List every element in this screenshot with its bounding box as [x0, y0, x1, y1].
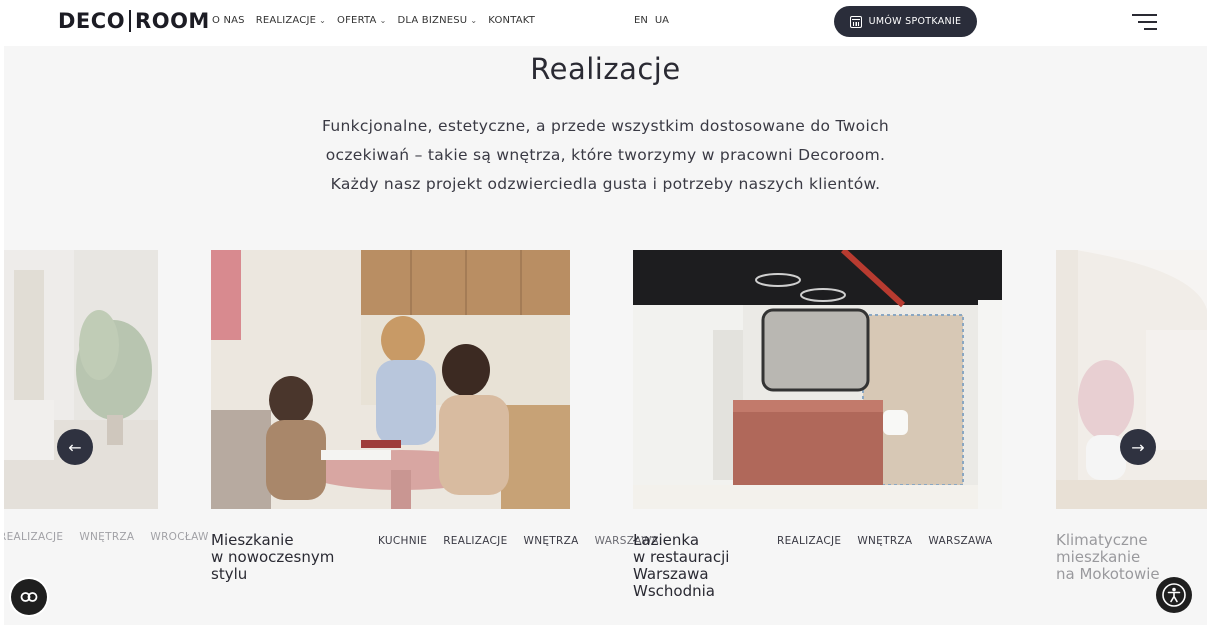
- language-switcher: EN UA: [634, 15, 669, 26]
- description-line: Funkcjonalne, estetyczne, a przede wszys…: [321, 117, 890, 135]
- project-image[interactable]: [4, 250, 158, 509]
- restaurant-bathroom-photo: [633, 250, 1002, 509]
- title-line: mieszkanie: [1056, 548, 1141, 566]
- carousel-prev-button[interactable]: ←: [57, 429, 93, 465]
- site-logo[interactable]: DECO ROOM: [58, 9, 210, 33]
- kitchen-meeting-photo: [211, 250, 570, 509]
- nav-item-label: O NAS: [212, 15, 245, 26]
- calendar-icon: [849, 15, 862, 28]
- tag[interactable]: WARSZAWA: [928, 535, 992, 547]
- title-line: w nowoczesnym: [211, 548, 335, 566]
- cookie-settings-button[interactable]: [11, 579, 47, 615]
- accessibility-button[interactable]: [1156, 577, 1192, 613]
- tag[interactable]: REALIZACJE: [4, 531, 63, 543]
- title-line: stylu: [211, 565, 248, 583]
- project-title[interactable]: Klimatyczne mieszkanie na Mokotowie: [1056, 532, 1160, 583]
- title-line: na Mokotowie: [1056, 565, 1160, 583]
- nav-item-oferta[interactable]: OFERTA ⌄: [337, 15, 386, 26]
- tag[interactable]: KUCHNIE: [378, 535, 427, 547]
- language-ua-link[interactable]: UA: [655, 15, 669, 26]
- book-meeting-button[interactable]: UMÓW SPOTKANIE: [834, 6, 977, 37]
- chevron-down-icon: ⌄: [319, 16, 327, 25]
- title-line: Klimatyczne: [1056, 531, 1148, 549]
- apartment-photo: [1056, 250, 1207, 509]
- logo-text-right: ROOM: [135, 9, 210, 33]
- project-tags: REALIZACJE WNĘTRZA WROCŁAW: [4, 531, 209, 543]
- nav-item-dla-biznesu[interactable]: DLA BIZNESU ⌄: [397, 15, 477, 26]
- tag[interactable]: WNĘTRZA: [524, 535, 579, 547]
- logo-text-left: DECO: [58, 9, 126, 33]
- arrow-right-icon: →: [1131, 437, 1145, 457]
- realizacje-section: Realizacje Funkcjonalne, estetyczne, a p…: [4, 46, 1207, 625]
- nav-item-label: OFERTA: [337, 15, 377, 26]
- description-line: Każdy nasz projekt odzwierciedla gusta i…: [330, 175, 881, 193]
- nav-item-o-nas[interactable]: O NAS: [212, 15, 245, 26]
- tag[interactable]: REALIZACJE: [443, 535, 507, 547]
- tag[interactable]: WNĘTRZA: [79, 531, 134, 543]
- title-line: Warszawa: [633, 565, 709, 583]
- project-image[interactable]: [211, 250, 570, 509]
- book-meeting-label: UMÓW SPOTKANIE: [868, 16, 962, 27]
- section-description: Funkcjonalne, estetyczne, a przede wszys…: [284, 112, 927, 199]
- tag[interactable]: WNĘTRZA: [857, 535, 912, 547]
- description-line: oczekiwań – takie są wnętrza, które twor…: [325, 146, 886, 164]
- nav-item-label: KONTAKT: [488, 15, 536, 26]
- project-title[interactable]: Mieszkanie w nowoczesnym stylu: [211, 532, 334, 583]
- language-en-link[interactable]: EN: [634, 15, 648, 26]
- title-line: w restauracji: [633, 548, 730, 566]
- project-title[interactable]: Łazienka w restauracji Warszawa Wschodni…: [633, 532, 729, 600]
- main-nav: O NAS REALIZACJE ⌄ OFERTA ⌄ DLA BIZNESU …: [212, 15, 535, 26]
- accessibility-icon: [1162, 583, 1186, 607]
- nav-item-realizacje[interactable]: REALIZACJE ⌄: [256, 15, 326, 26]
- hamburger-menu-icon[interactable]: [1132, 13, 1157, 31]
- chevron-down-icon: ⌄: [470, 16, 478, 25]
- project-image[interactable]: [1056, 250, 1207, 509]
- nav-item-kontakt[interactable]: KONTAKT: [488, 15, 535, 26]
- cookie-settings-icon: [20, 592, 38, 602]
- living-room-photo: [4, 250, 158, 509]
- carousel-next-button[interactable]: →: [1120, 429, 1156, 465]
- chevron-down-icon: ⌄: [379, 16, 387, 25]
- title-line: Mieszkanie: [211, 531, 294, 549]
- section-title: Realizacje: [530, 52, 681, 86]
- project-tags: KUCHNIE REALIZACJE WNĘTRZA WARSZAWA: [378, 535, 659, 547]
- site-header: DECO ROOM O NAS REALIZACJE ⌄ OFERTA ⌄ DL…: [0, 0, 1207, 46]
- project-image[interactable]: [633, 250, 1002, 509]
- tag[interactable]: WROCŁAW: [150, 531, 208, 543]
- title-line: Wschodnia: [633, 582, 715, 600]
- nav-item-label: DLA BIZNESU: [397, 15, 468, 26]
- tag[interactable]: REALIZACJE: [777, 535, 841, 547]
- title-line: Łazienka: [633, 531, 700, 549]
- nav-item-label: REALIZACJE: [255, 15, 317, 26]
- logo-divider: [129, 10, 132, 32]
- project-tags: REALIZACJE WNĘTRZA WARSZAWA: [777, 535, 993, 547]
- arrow-left-icon: ←: [68, 437, 82, 457]
